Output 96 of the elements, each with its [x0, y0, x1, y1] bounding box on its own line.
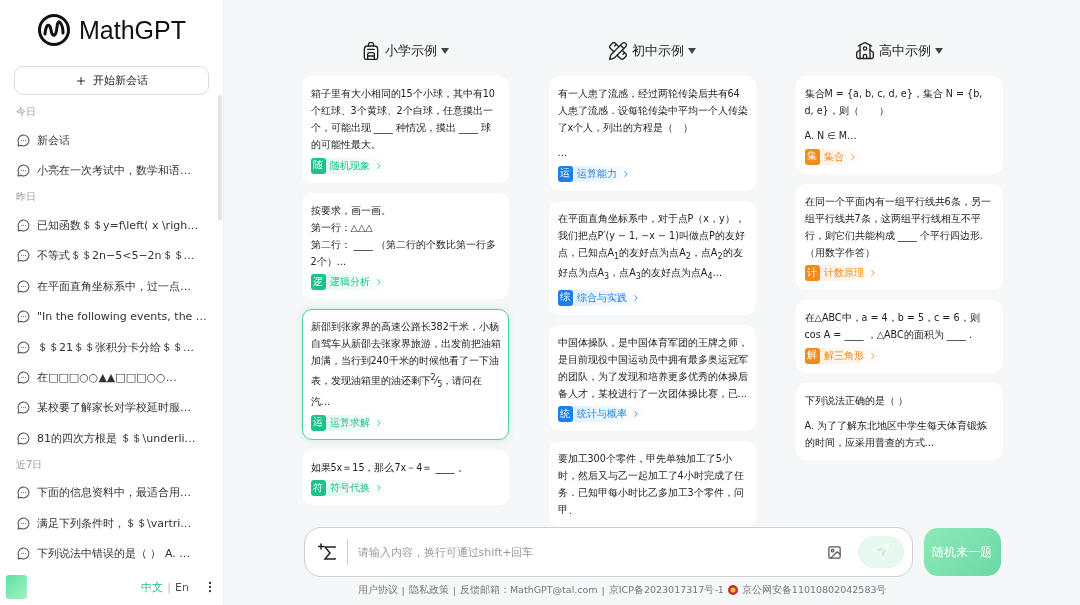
question-text: 要加工300个零件，甲先单独加工了5小时，然后又与乙一起加工了4小时完成了任务．已知甲每小时比乙多加工3个零件，问甲、	[557, 452, 745, 518]
question-text: 集合M = {a, b, c, d, e}，集合 N = {b, d, e}，则（ ）	[804, 87, 984, 118]
chat-bubble-icon	[17, 310, 30, 324]
chat-bubble-icon	[17, 431, 30, 445]
image-icon[interactable]	[826, 544, 842, 560]
chat-history-item[interactable]: 新会话	[14, 125, 209, 156]
topic-badge: 集	[804, 148, 820, 165]
pencil-ruler-icon	[608, 41, 628, 61]
question-text: 如果5x＝15，那么7x－4＝ ____ 。	[310, 460, 469, 476]
plus-icon	[75, 74, 87, 87]
example-card[interactable]: 要加工300个零件，甲先单独加工了5小时，然后又与乙一起加工了4小时完成了任务．已知甲每小时比乙多加工3个零件，问甲、	[548, 441, 756, 528]
example-card[interactable]: 有一人患了流感，经过两轮传染后共有64人患了流感．设每轮传染中平均一个人传染了x个人，列出的方程是（ ） … 运 运算能力	[548, 76, 756, 191]
column-title[interactable]: 初中示例	[632, 42, 684, 60]
question-text: 在平面直角坐标系中，对于点P（x，y），我们把点P′(y − 1, −x − 1)叫做点P的友好点，已知点A$_{1}$的友好点为点A$_{2}$，点A$_{2}$的友好点为点A$_{3}$，点A$_{3}$的友好点为点A$_{4}$…	[557, 211, 746, 284]
chat-history-item[interactable]: 在平面直角坐标系中，过一点…	[14, 270, 209, 302]
chat-bubble-icon	[17, 164, 30, 178]
chat-bubble-icon	[17, 218, 30, 232]
question-text: 新邵到张家界的高速公路长382千米，小杨自驾车从新邵去张家界旅游，出发前把油箱加满，当行到240千米的时候他看了一下油表，发现油箱里的油还剩下$^{2}$⁄$_{5}$，请问在汽…	[310, 320, 501, 410]
question-text: 有一人患了流感，经过两轮传染后共有64人患了流感．设每轮传染中平均一个人传染了x个人，列出的方程是（ ）	[557, 87, 748, 135]
question-text: 第一行：△△△	[310, 220, 374, 235]
footer-link[interactable]: 用户协议	[357, 583, 398, 597]
topic-badge: 符	[310, 480, 326, 497]
chat-history-item[interactable]: 下列说法中错误的是（ ） A. …	[14, 538, 209, 569]
chat-bubble-icon	[17, 279, 30, 293]
example-card[interactable]: 在平面直角坐标系中，对于点P（x，y），我们把点P′(y − 1, −x − 1)叫做点P的友好点，已知点A$_{1}$的友好点为点A$_{2}$，点A$_{2}$的友好点为点A$_{3}$，点A$_{3}$的友好点为点A$_{4}$… 综 综合与实践	[548, 200, 756, 315]
question-text: 在同一个平面内有一组平行线共6条，另一组平行线共7条，这两组平行线相互不平行，则它们共能构成 ____ 个平行四边形.（用数字作答）	[804, 194, 992, 260]
chat-bubble-icon	[17, 340, 30, 354]
chat-history-item[interactable]: 81的四次方根是 ＄＄\underli…	[14, 423, 209, 454]
chat-bubble-icon	[17, 249, 30, 263]
chat-bubble-icon	[17, 401, 30, 415]
language-option[interactable]: En	[175, 580, 189, 594]
column-title[interactable]: 高中示例	[879, 42, 931, 60]
chat-history-item[interactable]: 满足下列条件时，＄＄\vartri…	[14, 508, 209, 539]
chat-history-item[interactable]: "In the following events, the …	[14, 301, 209, 332]
column-title[interactable]: 小学示例	[385, 42, 437, 60]
topic-badge: 解	[804, 347, 820, 364]
chat-bubble-icon	[17, 547, 30, 561]
footer-link[interactable]: 隐私政策	[408, 583, 449, 597]
question-text: 箱子里有大小相同的15个小球，其中有10个红球、3个黄球、2个白球，任意摸出一个，可能出现 ____ 种情况，摸出 ____ 球的可能性最大。	[310, 87, 496, 152]
example-card[interactable]: 下列说法正确的是（ ） A. 为了了解东北地区中学生每天体育锻炼的时间，应采用普查的方式…	[795, 382, 1003, 460]
emblem-icon	[727, 585, 738, 596]
topic-badge: 综	[557, 289, 573, 306]
divider-text: |	[601, 584, 605, 596]
school-icon	[855, 41, 875, 61]
topic-badge: 运	[310, 414, 326, 431]
footer-link[interactable]: 京ICP备2023017317号-1	[608, 583, 724, 597]
chat-history-item[interactable]: 下面的信息资料中，最适合用…	[14, 477, 209, 509]
chat-history-item[interactable]: 某校要了解家长对学校延时服…	[14, 392, 209, 424]
topic-badge: 计	[804, 265, 820, 281]
send-icon	[871, 543, 890, 562]
topic-badge: 统	[557, 406, 573, 423]
question-text: A. 为了了解东北地区中学生每天体育锻炼的时间，应采用普查的方式…	[804, 418, 988, 450]
group-label: 今日	[15, 105, 37, 119]
new-chat-button[interactable]: 开始新会话	[14, 66, 209, 95]
topic-badge: 逻	[310, 274, 326, 290]
example-card[interactable]: 在同一个平面内有一组平行线共6条，另一组平行线共7条，这两组平行线相互不平行，则它们共能构成 ____ 个平行四边形.（用数字作答） 计 计数原理	[795, 183, 1003, 290]
topic-badge: 运	[557, 165, 573, 182]
chat-history-item[interactable]: 在□□□○○▲▲□□□○○…	[14, 362, 209, 393]
example-card[interactable]: 集合M = {a, b, c, d, e}，集合 N = {b, d, e}，则（ ） A. N ∈ M… 集 集合	[795, 76, 1003, 174]
divider-text: |	[401, 584, 405, 596]
example-card[interactable]: 箱子里有大小相同的15个小球，其中有10个红球、3个黄球、2个白球，任意摸出一个，可能出现 ____ 种情况，摸出 ____ 球的可能性最大。 随 随机现象	[301, 76, 509, 183]
divider-text: |	[452, 584, 456, 596]
footer-text: 反馈邮箱：MathGPT@tal.com	[459, 583, 598, 597]
formula-icon[interactable]	[316, 543, 337, 562]
message-input[interactable]: 请输入内容，换行可通过shift+回车	[355, 544, 827, 560]
question-text: 在△ABC中，a = 4，b = 5，c = 6，则cos A = ____ ，△ABC的面积为 ____ .	[804, 311, 981, 343]
example-card[interactable]: 按要求，画一画。 第一行：△△△ 第二行： ____ （第二行的个数比第一行多2个）… 逻 逻辑分析	[301, 192, 509, 299]
example-card[interactable]: 在△ABC中，a = 4，b = 5，c = 6，则cos A = ____ ，△ABC的面积为 ____ . 解 解三角形	[795, 300, 1003, 373]
chat-bubble-icon	[17, 371, 30, 384]
group-label: 近7日	[15, 457, 44, 472]
chat-history-item[interactable]: 已知函数＄＄y=f\left( x \righ…	[14, 209, 209, 241]
chat-bubble-icon	[17, 486, 30, 500]
logo-icon	[37, 13, 71, 47]
question-text: …	[557, 146, 569, 160]
chat-bubble-icon	[17, 516, 30, 530]
group-label: 昨日	[15, 189, 37, 204]
logo-text: MathGPT	[79, 15, 186, 45]
question-text: 第二行： ____ （第二行的个数比第一行多2个）…	[310, 237, 497, 269]
caret-icon[interactable]	[935, 48, 943, 54]
chat-history-item[interactable]: 不等式＄＄2n−5<5−2n＄＄…	[14, 240, 209, 271]
caret-icon[interactable]	[688, 48, 696, 54]
question-text: A. N ∈ M…	[804, 129, 858, 143]
divider-text: |	[167, 580, 172, 594]
footer-link[interactable]: 京公网安备11010802042583号	[741, 583, 887, 597]
example-card[interactable]: 中国体操队，是中国体育军团的王牌之师，是目前现役中国运动员中拥有最多奥运冠军的团队，为了发现和培养更多优秀的体操后备人才，某校进行了一次团体操比赛，已… 统 统计与概率	[548, 324, 756, 432]
example-card[interactable]: 如果5x＝15，那么7x－4＝ ____ 。 符 符号代换	[301, 449, 509, 506]
chat-bubble-icon	[17, 133, 30, 147]
example-card[interactable]: 新邵到张家界的高速公路长382千米，小杨自驾车从新邵去张家界旅游，出发前把油箱加满，当行到240千米的时候他看了一下油表，发现油箱里的油还剩下$^{2}$⁄$_{5}$，请问在汽… 运 运算求解	[301, 309, 509, 440]
topic-badge: 随	[310, 157, 326, 174]
backpack-icon	[361, 41, 381, 61]
chat-history-item[interactable]: 小亮在一次考试中，数学和语…	[14, 155, 209, 186]
question-text: 按要求，画一画。	[310, 203, 392, 218]
question-text: 中国体操队，是中国体育军团的王牌之师，是目前现役中国运动员中拥有最多奥运冠军的团队，为了发现和培养更多优秀的体操后备人才，某校进行了一次团体操比赛，已…	[557, 335, 748, 401]
caret-icon[interactable]	[441, 48, 449, 54]
chat-history-item[interactable]: ＄＄21＄＄张积分卡分给＄＄…	[14, 331, 209, 363]
question-text: 下列说法正确的是（ ）	[804, 393, 909, 408]
